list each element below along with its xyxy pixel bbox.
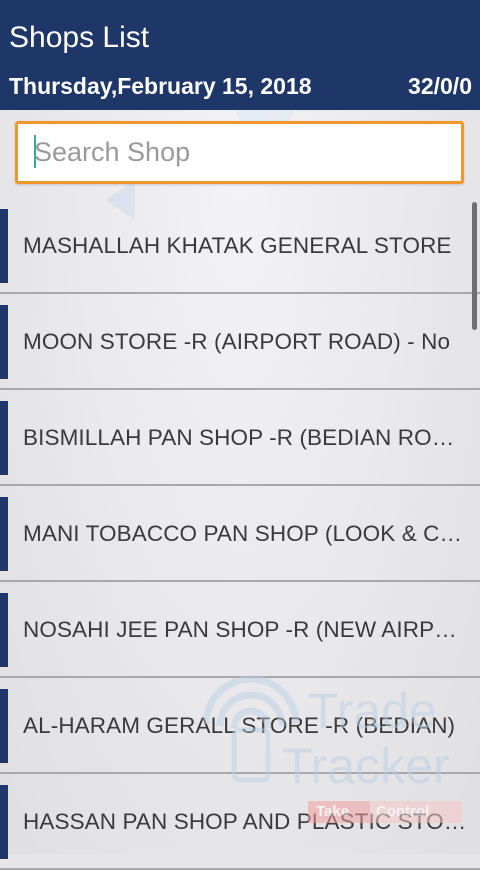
- row-accent-bar: [0, 497, 8, 571]
- shop-name: BISMILLAH PAN SHOP -R (BEDIAN ROAD): [23, 425, 468, 450]
- watermark-text-line1: Trade: [308, 683, 437, 739]
- list-scrollbar[interactable]: [472, 202, 477, 330]
- shop-count-status: 32/0/0: [408, 73, 472, 99]
- shop-name: MOON STORE -R (AIRPORT ROAD) - No: [23, 329, 451, 354]
- watermark-tagline: Take Control: [308, 801, 462, 823]
- shop-name: MASHALLAH KHATAK GENERAL STORE: [23, 233, 452, 258]
- shop-list-item[interactable]: BISMILLAH PAN SHOP -R (BEDIAN ROAD): [0, 390, 480, 486]
- shop-name: NOSAHI JEE PAN SHOP -R (NEW AIRPORT): [23, 617, 468, 642]
- shop-name: MANI TOBACCO PAN SHOP (LOOK & CHEW): [23, 521, 468, 546]
- row-accent-bar: [0, 593, 8, 667]
- app-header: Shops List Thursday,February 15, 2018 32…: [0, 0, 480, 110]
- row-accent-bar: [0, 785, 8, 859]
- search-input[interactable]: [28, 132, 454, 172]
- row-accent-bar: [0, 689, 8, 763]
- shop-list-item[interactable]: MANI TOBACCO PAN SHOP (LOOK & CHEW): [0, 486, 480, 582]
- page-title: Shops List: [9, 21, 150, 54]
- watermark-tag-a: Take: [316, 803, 350, 820]
- row-accent-bar: [0, 401, 8, 475]
- watermark-tag-b: Control: [376, 803, 430, 820]
- current-date: Thursday,February 15, 2018: [9, 73, 312, 99]
- search-box[interactable]: [15, 121, 464, 184]
- shop-list-item[interactable]: MOON STORE -R (AIRPORT ROAD) - No: [0, 294, 480, 390]
- shop-list-item[interactable]: MASHALLAH KHATAK GENERAL STORE: [0, 198, 480, 294]
- row-accent-bar: [0, 209, 8, 283]
- watermark-text-line2: Tracker: [282, 738, 450, 794]
- row-accent-bar: [0, 305, 8, 379]
